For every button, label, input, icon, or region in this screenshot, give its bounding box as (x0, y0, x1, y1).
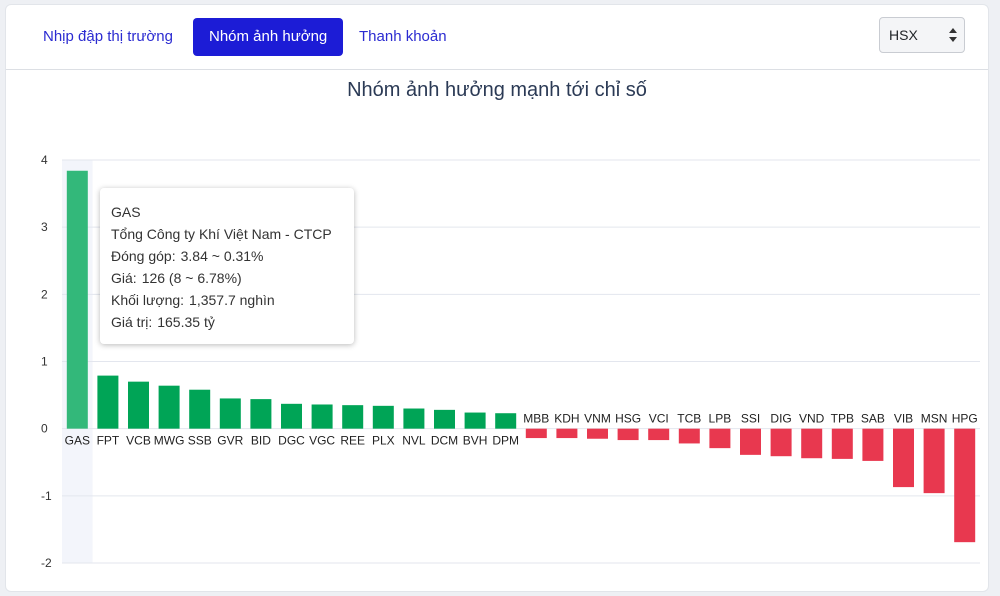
y-tick-label: -1 (41, 489, 52, 503)
x-tick-label: SSB (188, 434, 212, 448)
tooltip-volume: Khối lượng: 1,357.7 nghìn (111, 289, 343, 311)
x-tick-label: HPG (952, 412, 978, 426)
bar (893, 428, 914, 488)
bar (434, 409, 455, 429)
x-tick-label: GVR (217, 434, 243, 448)
x-tick-label: VGC (309, 434, 335, 448)
x-tick-label: DIG (770, 412, 791, 426)
x-tick-label: HSG (615, 412, 641, 426)
bar (464, 412, 486, 429)
bar (281, 403, 302, 429)
bar (923, 428, 945, 494)
x-tick-label: SAB (861, 412, 885, 426)
tooltip-contribution: Đóng góp: 3.84 ~ 0.31% (111, 245, 343, 267)
bar (403, 408, 425, 429)
bar (158, 385, 180, 429)
bar (250, 399, 272, 429)
x-tick-label: PLX (372, 434, 395, 448)
tooltip-price-value: 126 (8 ~ 6.78%) (141, 270, 242, 286)
x-tick-label: TPB (831, 412, 854, 426)
bar (556, 428, 578, 439)
tooltip-company: Tổng Công ty Khí Việt Nam - CTCP (111, 226, 332, 242)
chart-tooltip: GAS Tổng Công ty Khí Việt Nam - CTCP Đón… (100, 188, 354, 344)
x-tick-label: GAS (65, 434, 90, 448)
bar (740, 428, 761, 455)
y-tick-label: -2 (41, 556, 52, 570)
x-tick-label: DPM (492, 434, 519, 448)
tooltip-contribution-label: Đóng góp: (111, 248, 176, 264)
bar (525, 428, 547, 439)
x-tick-label: NVL (402, 434, 426, 448)
bar (587, 428, 608, 439)
bar (128, 381, 149, 429)
tooltip-contribution-value: 3.84 ~ 0.31% (180, 248, 264, 264)
bar (709, 428, 731, 449)
bar (862, 428, 884, 461)
tooltip-value-value: 165.35 tỷ (157, 314, 215, 330)
y-tick-label: 0 (41, 422, 48, 436)
bar (831, 428, 853, 459)
x-tick-label: MSN (921, 412, 948, 426)
x-tick-label: VCI (649, 412, 669, 426)
bar (617, 428, 639, 441)
bar (342, 405, 364, 429)
x-tick-label: DGC (278, 434, 305, 448)
x-tick-label: VNM (584, 412, 611, 426)
x-tick-label: KDH (554, 412, 579, 426)
x-tick-label: BVH (463, 434, 488, 448)
x-tick-label: REE (340, 434, 365, 448)
tooltip-symbol: GAS (111, 204, 141, 220)
y-tick-label: 4 (41, 153, 48, 167)
x-tick-label: TCB (677, 412, 701, 426)
bar (954, 428, 976, 543)
bar (219, 398, 241, 429)
x-tick-label: VND (799, 412, 825, 426)
tooltip-price: Giá: 126 (8 ~ 6.78%) (111, 267, 343, 289)
x-tick-label: FPT (97, 434, 120, 448)
bar (801, 428, 823, 459)
bar (372, 405, 394, 429)
y-tick-label: 2 (41, 287, 48, 301)
tooltip-volume-value: 1,357.7 nghìn (189, 292, 275, 308)
x-tick-label: MWG (154, 434, 185, 448)
x-tick-label: SSI (741, 412, 760, 426)
bar (495, 413, 517, 429)
bar (678, 428, 700, 444)
x-tick-label: BID (251, 434, 271, 448)
bar (311, 404, 333, 429)
tooltip-value-label: Giá trị: (111, 314, 153, 330)
tooltip-volume-label: Khối lượng: (111, 292, 185, 308)
y-tick-label: 1 (41, 355, 48, 369)
bar (648, 428, 670, 441)
bar (97, 375, 119, 429)
x-tick-label: MBB (523, 412, 549, 426)
bar (189, 389, 211, 429)
bar (66, 170, 88, 429)
x-tick-label: VCB (126, 434, 151, 448)
x-tick-label: LPB (709, 412, 732, 426)
x-tick-label: VIB (894, 412, 913, 426)
tooltip-price-label: Giá: (111, 270, 137, 286)
y-tick-label: 3 (41, 220, 48, 234)
x-tick-label: DCM (431, 434, 458, 448)
bar (770, 428, 792, 457)
tooltip-value: Giá trị: 165.35 tỷ (111, 311, 343, 333)
